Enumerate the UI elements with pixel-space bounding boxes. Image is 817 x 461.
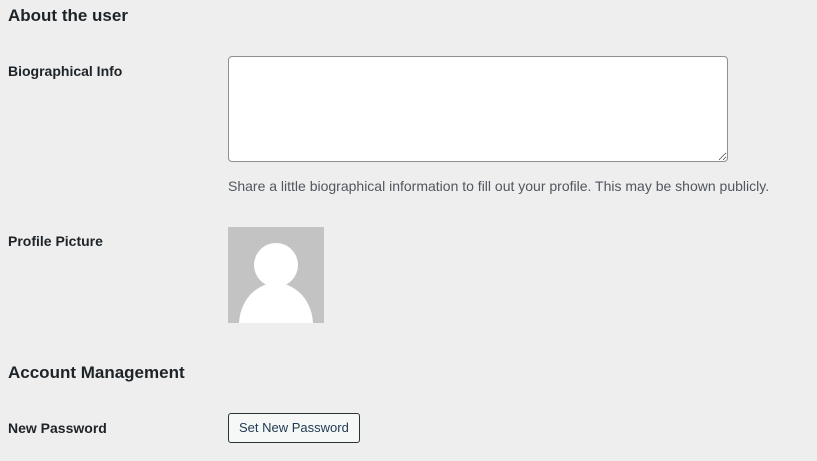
biographical-info-label: Biographical Info (8, 63, 123, 79)
account-management-heading: Account Management (8, 363, 185, 382)
biographical-info-textarea[interactable] (228, 56, 728, 162)
new-password-label: New Password (8, 420, 107, 436)
set-new-password-button[interactable]: Set New Password (228, 413, 360, 443)
avatar (228, 227, 324, 323)
default-user-silhouette-icon (239, 243, 313, 323)
biographical-info-description: Share a little biographical information … (228, 178, 770, 194)
user-profile-page: About the user Biographical Info Share a… (0, 0, 817, 461)
profile-picture-label: Profile Picture (8, 233, 103, 249)
about-user-heading: About the user (8, 6, 128, 25)
